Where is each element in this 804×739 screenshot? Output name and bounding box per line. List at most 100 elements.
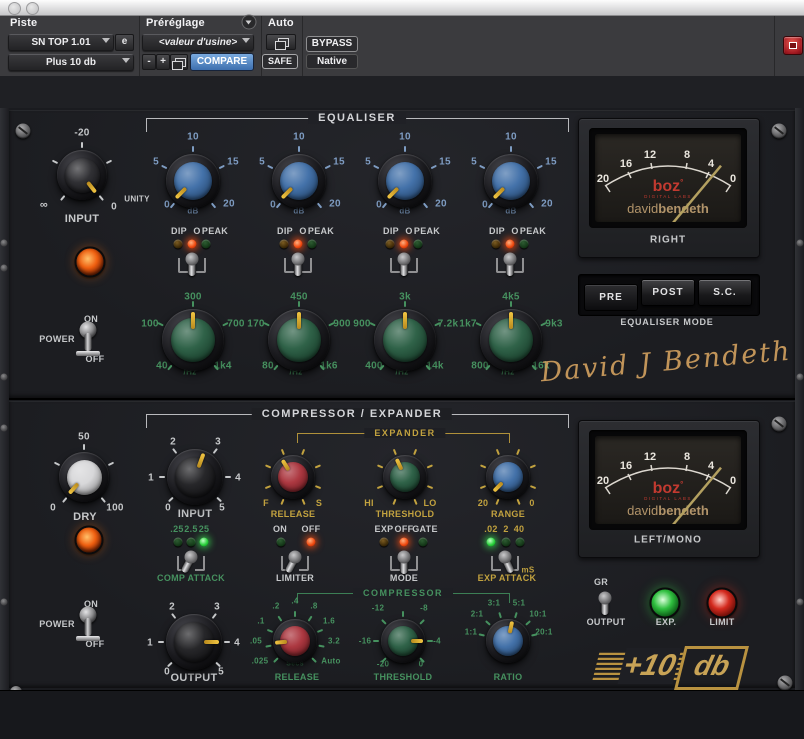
edit-button[interactable]: e — [115, 34, 134, 51]
comp-input-knob[interactable] — [167, 449, 223, 505]
comp-attack-scale-label: 25 — [199, 524, 210, 534]
vu-scale-label: 0 — [730, 173, 736, 185]
output-knob[interactable] — [166, 614, 222, 670]
window-minimize-button[interactable] — [26, 2, 39, 15]
o-label: O — [511, 226, 518, 236]
vu-scale-label: 20 — [597, 475, 609, 487]
compare-button[interactable]: COMPARE — [190, 53, 254, 71]
eq-band4-freq-knob[interactable] — [480, 309, 542, 371]
eq-mode-sc-button[interactable]: S.C. — [698, 279, 752, 306]
limiter-switch[interactable] — [283, 543, 307, 577]
bottom-strip — [0, 690, 804, 739]
comp-power-lamp — [75, 526, 104, 555]
window-titlebar[interactable] — [0, 0, 804, 16]
logo-db-box: db — [674, 646, 749, 690]
mode-switch[interactable] — [392, 543, 416, 577]
target-icon — [789, 42, 797, 49]
dip-label: DIP — [277, 226, 293, 236]
exp-threshold-knob[interactable] — [383, 455, 427, 499]
mode-label: MODE — [390, 573, 418, 583]
comp-release-knob[interactable] — [273, 619, 317, 663]
eq-mode-pre-button[interactable]: PRE — [584, 284, 638, 311]
o-label: O — [193, 226, 200, 236]
eq-band2-gain-knob[interactable] — [272, 154, 326, 208]
exp-attack-switch[interactable] — [493, 543, 517, 577]
automation-icon — [278, 38, 289, 47]
eq-band3-mode-switch[interactable] — [392, 245, 416, 279]
vu-scale-label: 4 — [708, 460, 715, 472]
exp-threshold-min-label: HI — [364, 498, 374, 508]
track-section-label: Piste — [10, 17, 37, 29]
window-close-button[interactable] — [8, 2, 21, 15]
meter-source-switch[interactable] — [593, 584, 617, 618]
eq-mode-post-button[interactable]: POST — [641, 279, 695, 306]
copy-settings-button[interactable] — [170, 54, 188, 70]
comp-attack-scale-label: .25 — [170, 524, 183, 534]
preset-increment-button[interactable]: + — [156, 54, 170, 70]
eq-band1-freq-knob[interactable] — [162, 309, 224, 371]
screw — [772, 417, 787, 432]
comp-attack-switch[interactable] — [179, 543, 203, 577]
preset-section-label: Préréglage — [146, 17, 205, 29]
eq-mode-label: EQUALISER MODE — [620, 317, 713, 327]
eq-band1-mode-switch[interactable] — [180, 245, 204, 279]
eq-band4-mode-switch[interactable] — [498, 245, 522, 279]
track-selector[interactable]: SN TOP 1.01 — [8, 34, 114, 51]
dip-label: DIP — [383, 226, 399, 236]
exp-attack-scale-label: 40 — [514, 524, 525, 534]
limiter-label: LIMITER — [276, 573, 314, 583]
eq-band4-gain-knob[interactable] — [484, 154, 538, 208]
eq-input-knob[interactable] — [57, 150, 107, 200]
comp-power-label: POWER — [39, 619, 75, 629]
comp-power-switch[interactable] — [73, 605, 103, 647]
bypass-button[interactable]: BYPASS — [306, 36, 358, 52]
eq-power-lamp — [75, 247, 106, 278]
eq-band3-gain-knob[interactable] — [378, 154, 432, 208]
eq-power-switch[interactable] — [73, 320, 103, 362]
plugin-header: Piste Préréglage Auto SN TOP 1.01 e Plus… — [0, 16, 804, 77]
mode-gate-label: GATE — [412, 524, 438, 534]
comp-attack-scale-label: 2.5 — [184, 524, 197, 534]
panel-seam — [9, 398, 795, 400]
mode-off-label: OFF — [395, 524, 414, 534]
comp-threshold-knob[interactable] — [381, 619, 425, 663]
peak-label: PEAK — [414, 226, 440, 236]
target-button[interactable] — [783, 36, 803, 55]
rail-screw — [1, 374, 8, 381]
vu-scale-label: 4 — [708, 158, 715, 170]
o-label: O — [405, 226, 412, 236]
preset-menu-icon[interactable] — [242, 15, 257, 30]
eq-band2-mode-switch[interactable] — [286, 245, 310, 279]
eq-band2-freq-knob[interactable] — [268, 309, 330, 371]
exp-active-led — [650, 588, 681, 619]
dry-knob[interactable] — [59, 452, 109, 502]
ratio-knob[interactable] — [486, 619, 530, 663]
eq-meter-channel-label: RIGHT — [650, 235, 686, 246]
comp-vu-meter: 20 16 12 8 4 0 boz° DIGITAL LABS davidbe… — [595, 436, 741, 524]
rail-screw — [1, 240, 8, 247]
exp-range-knob[interactable] — [486, 455, 530, 499]
screw — [16, 124, 31, 139]
insert-selector[interactable]: Plus 10 db — [8, 54, 134, 71]
boz-logo: boz° — [653, 480, 684, 497]
limiter-on-label: ON — [273, 524, 287, 534]
preset-selector[interactable]: <valeur d'usine> — [142, 34, 254, 51]
mode-exp-led — [380, 538, 389, 547]
dip-label: DIP — [171, 226, 187, 236]
eq-band1-gain-knob[interactable] — [166, 154, 220, 208]
auto-enable-button[interactable] — [266, 34, 296, 50]
comp-title: COMPRESSOR / EXPANDER — [252, 408, 452, 420]
boz-sub-label: DIGITAL LABS — [644, 194, 692, 199]
safe-button[interactable]: SAFE — [262, 54, 298, 69]
eq-input-inf-label: ∞ — [40, 199, 48, 211]
vu-scale-label: 8 — [684, 149, 690, 161]
rail-screw — [797, 599, 804, 606]
plugin-window: Piste Préréglage Auto SN TOP 1.01 e Plus… — [0, 0, 804, 739]
o-label: O — [299, 226, 306, 236]
format-button[interactable]: Native — [306, 54, 358, 69]
vu-scale-label: 8 — [684, 451, 690, 463]
gr-output-label: OUTPUT — [587, 617, 626, 627]
preset-decrement-button[interactable]: - — [142, 54, 156, 70]
exp-release-knob[interactable] — [271, 455, 315, 499]
eq-band3-freq-knob[interactable] — [374, 309, 436, 371]
